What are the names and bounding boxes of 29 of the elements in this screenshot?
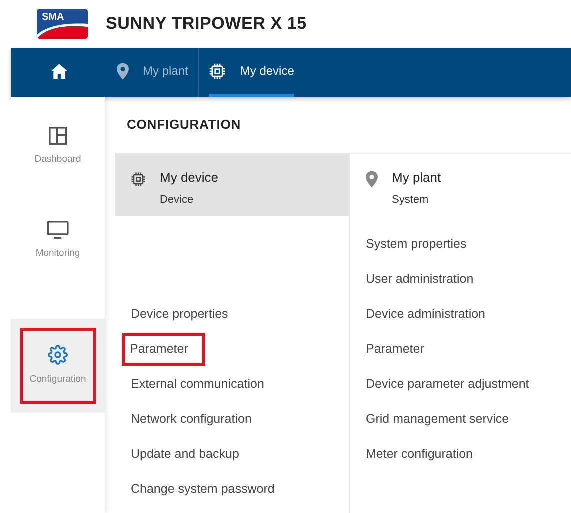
chip-icon <box>209 62 226 80</box>
chip-icon <box>131 172 146 187</box>
sidebar-item[interactable]: Dashboard <box>11 115 105 179</box>
monitor-icon <box>47 220 69 239</box>
section-title: CONFIGURATION <box>127 116 242 134</box>
home-icon <box>50 64 68 78</box>
sidebar-item[interactable]: Monitoring <box>11 209 105 273</box>
menu-link[interactable]: Change system password <box>131 480 275 499</box>
menu-link[interactable]: System properties <box>366 235 467 254</box>
settings-icon <box>48 344 68 365</box>
menu-link[interactable]: Device parameter adjustment <box>366 375 530 394</box>
map-pin-icon <box>117 62 129 80</box>
menu-link[interactable]: Device properties <box>131 305 228 324</box>
menu-link[interactable]: Parameter <box>125 336 202 363</box>
column-header[interactable]: My device Device <box>115 154 349 216</box>
menu-link[interactable]: Parameter <box>366 340 424 359</box>
menu-link[interactable]: Network configuration <box>131 410 252 429</box>
layout-icon <box>49 126 67 145</box>
menu-link[interactable]: User administration <box>366 270 474 289</box>
menu-link[interactable]: External communication <box>131 375 264 394</box>
menu-link[interactable]: Grid management service <box>366 410 510 429</box>
menu-link[interactable]: Update and backup <box>131 445 240 464</box>
menu-link[interactable]: Device administration <box>366 305 486 324</box>
breadcrumb-link[interactable]: My device <box>209 48 294 97</box>
breadcrumb-link[interactable]: My plant <box>117 48 188 97</box>
menu-link[interactable]: Meter configuration <box>366 445 474 464</box>
logo: SMA <box>37 9 88 39</box>
map-pin-icon <box>366 171 378 188</box>
device-title: SUNNY TRIPOWER X 15 <box>106 13 307 36</box>
